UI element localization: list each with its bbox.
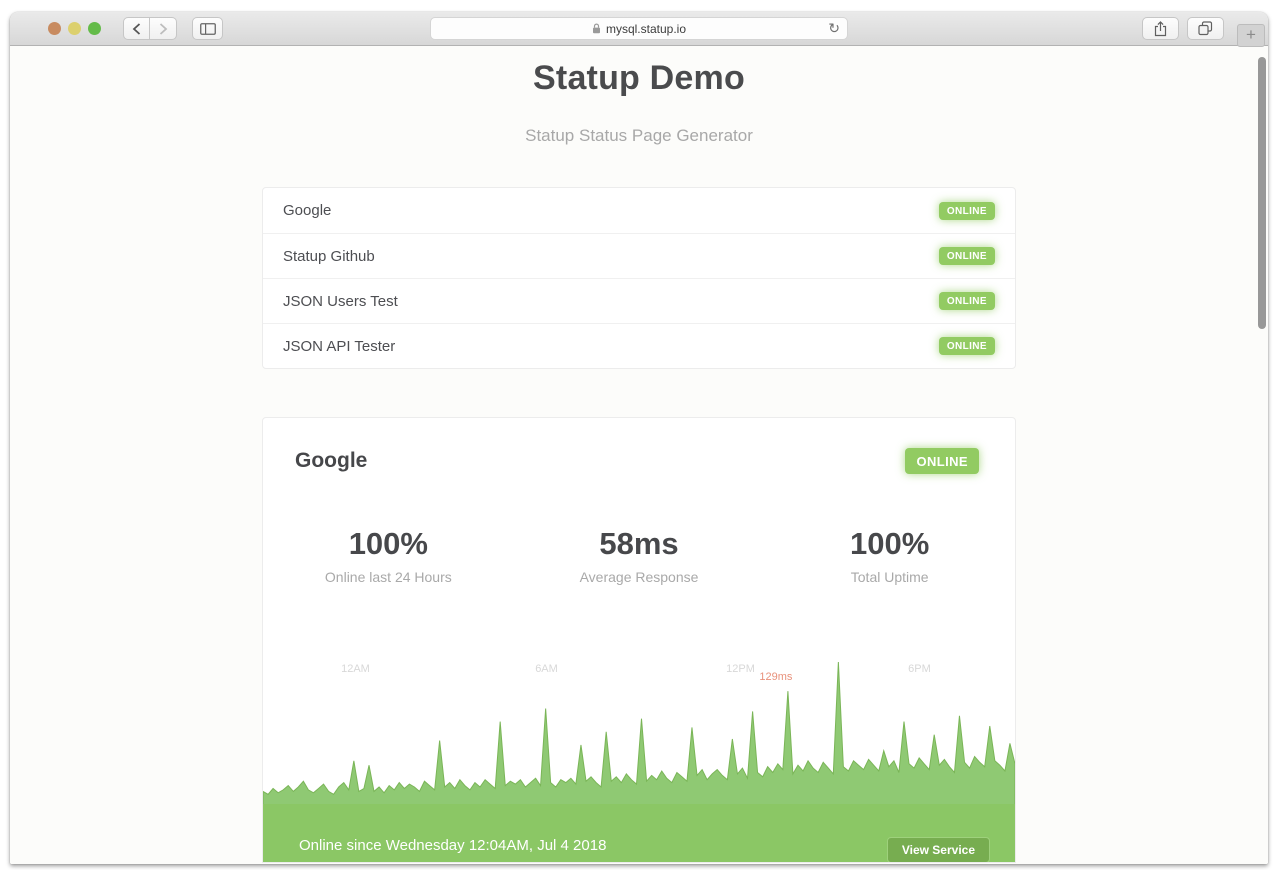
tabs-icon <box>1198 21 1213 36</box>
service-name: JSON API Tester <box>283 338 395 355</box>
status-badge-large: ONLINE <box>905 448 979 474</box>
services-list: Google ONLINE Statup Github ONLINE JSON … <box>262 187 1016 369</box>
service-row-json-users-test: JSON Users Test ONLINE <box>263 278 1015 323</box>
back-icon <box>132 23 141 35</box>
stat-value: 58ms <box>514 526 765 562</box>
service-name: JSON Users Test <box>283 293 398 310</box>
address-bar[interactable]: mysql.statup.io ↻ <box>430 17 848 40</box>
status-badge: ONLINE <box>939 247 995 265</box>
vertical-scrollbar-thumb[interactable] <box>1258 57 1266 329</box>
view-service-button[interactable]: View Service <box>887 837 990 863</box>
nav-buttons <box>123 17 177 40</box>
share-icon <box>1154 21 1167 37</box>
stat-label: Total Uptime <box>764 569 1015 585</box>
toolbar-right-buttons <box>1142 17 1224 40</box>
new-tab-button[interactable]: + <box>1237 24 1265 47</box>
tab-overview-button[interactable] <box>1187 17 1224 40</box>
reload-icon[interactable]: ↻ <box>828 20 840 37</box>
status-badge: ONLINE <box>939 202 995 220</box>
back-button[interactable] <box>123 17 150 40</box>
service-row-json-api-tester: JSON API Tester ONLINE <box>263 323 1015 368</box>
stat-label: Online last 24 Hours <box>263 569 514 585</box>
stat-average-response: 58ms Average Response <box>514 526 765 585</box>
forward-button[interactable] <box>150 17 177 40</box>
chart-area-path <box>263 662 1015 805</box>
stat-value: 100% <box>764 526 1015 562</box>
address-text: mysql.statup.io <box>606 22 686 36</box>
minimize-icon[interactable] <box>68 22 81 35</box>
service-row-google: Google ONLINE <box>263 188 1015 233</box>
page-content: Statup Demo Statup Status Page Generator… <box>10 47 1268 864</box>
card-header: Google ONLINE <box>295 448 979 474</box>
zoom-icon[interactable] <box>88 22 101 35</box>
sidebar-toggle-button[interactable] <box>192 17 223 40</box>
sidebar-icon <box>200 23 216 35</box>
service-row-statup-github: Statup Github ONLINE <box>263 233 1015 278</box>
status-badge: ONLINE <box>939 337 995 355</box>
share-button[interactable] <box>1142 17 1179 40</box>
service-name: Statup Github <box>283 248 375 265</box>
status-badge: ONLINE <box>939 292 995 310</box>
forward-icon <box>159 23 168 35</box>
online-since-text: Online since Wednesday 12:04AM, Jul 4 20… <box>299 837 606 854</box>
stats-row: 100% Online last 24 Hours 58ms Average R… <box>263 526 1015 585</box>
card-footer: Online since Wednesday 12:04AM, Jul 4 20… <box>263 804 1015 863</box>
response-time-chart: 12AM 6AM 12PM 6PM 129ms <box>263 649 1015 804</box>
traffic-lights <box>48 22 101 35</box>
page-subtitle: Statup Status Page Generator <box>10 126 1268 146</box>
stat-value: 100% <box>263 526 514 562</box>
card-title: Google <box>295 449 367 473</box>
stat-total-uptime: 100% Total Uptime <box>764 526 1015 585</box>
service-detail-card: Google ONLINE 100% Online last 24 Hours … <box>262 417 1016 863</box>
browser-toolbar: mysql.statup.io ↻ <box>10 12 1268 46</box>
response-chart[interactable] <box>263 650 1015 805</box>
close-icon[interactable] <box>48 22 61 35</box>
stat-label: Average Response <box>514 569 765 585</box>
service-name: Google <box>283 202 331 219</box>
browser-window: mysql.statup.io ↻ + Statup Demo Statup S… <box>10 12 1268 864</box>
page-title: Statup Demo <box>10 59 1268 98</box>
lock-icon <box>592 23 601 34</box>
stat-online-24h: 100% Online last 24 Hours <box>263 526 514 585</box>
